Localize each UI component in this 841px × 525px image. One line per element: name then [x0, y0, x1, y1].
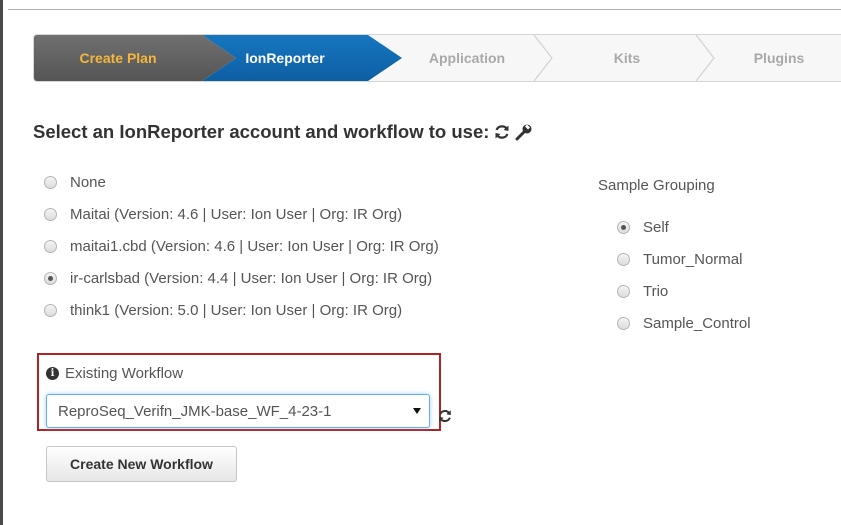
radio-button[interactable]: [617, 252, 630, 266]
account-option-maitai1-cbd[interactable]: maitai1.cbd (Version: 4.6 | User: Ion Us…: [44, 235, 439, 257]
workflow-refresh-icon[interactable]: [437, 408, 453, 429]
radio-button[interactable]: [44, 239, 57, 253]
step-label: Application: [428, 50, 506, 66]
step-kits[interactable]: Kits: [552, 35, 702, 81]
wrench-icon[interactable]: [515, 123, 533, 141]
step-label: IonReporter: [245, 50, 325, 66]
grouping-label: Self: [643, 218, 669, 236]
radio-button[interactable]: [617, 284, 630, 298]
refresh-icon[interactable]: [493, 123, 511, 141]
sample-grouping-title: Sample Grouping: [598, 177, 715, 194]
step-plugins[interactable]: Plugins: [714, 35, 841, 81]
account-label: maitai1.cbd (Version: 4.6 | User: Ion Us…: [70, 237, 439, 255]
existing-workflow-label: i Existing Workflow: [46, 365, 183, 382]
step-separator-icon: [694, 35, 716, 81]
window-top-border: [8, 0, 841, 10]
account-label: Maitai (Version: 4.6 | User: Ion User | …: [70, 205, 403, 223]
account-label: think1 (Version: 5.0 | User: Ion User | …: [70, 301, 403, 319]
step-label: Plugins: [753, 50, 805, 66]
account-option-maitai[interactable]: Maitai (Version: 4.6 | User: Ion User | …: [44, 203, 402, 225]
grouping-label: Sample_Control: [643, 314, 751, 332]
account-label: ir-carlsbad (Version: 4.4 | User: Ion Us…: [70, 269, 433, 287]
workflow-select[interactable]: ReproSeq_Verifn_JMK-base_WF_4-23-1: [46, 394, 430, 428]
radio-button-checked[interactable]: [617, 220, 630, 234]
step-create-plan[interactable]: Create Plan: [34, 35, 202, 81]
radio-button[interactable]: [617, 316, 630, 330]
step-label: Create Plan: [79, 50, 157, 66]
caret-down-icon: [413, 408, 421, 414]
window-edge: [0, 0, 3, 525]
grouping-label: Trio: [643, 282, 669, 300]
radio-button[interactable]: [44, 303, 57, 317]
section-title: Select an IonReporter account and workfl…: [33, 121, 533, 143]
grouping-option-self[interactable]: Self: [617, 216, 669, 238]
create-new-workflow-button[interactable]: Create New Workflow: [46, 446, 237, 482]
radio-button-checked[interactable]: [44, 271, 57, 285]
radio-button[interactable]: [44, 207, 57, 221]
account-option-think1[interactable]: think1 (Version: 5.0 | User: Ion User | …: [44, 299, 402, 321]
grouping-option-trio[interactable]: Trio: [617, 280, 668, 302]
workflow-select-value: ReproSeq_Verifn_JMK-base_WF_4-23-1: [58, 402, 332, 420]
grouping-label: Tumor_Normal: [643, 250, 743, 268]
account-option-none[interactable]: None: [44, 171, 106, 193]
existing-workflow-text: Existing Workflow: [65, 365, 184, 382]
wizard-nav: Create Plan IonReporter Application Kits…: [33, 34, 841, 82]
info-icon: i: [46, 367, 59, 380]
step-label: Kits: [613, 50, 641, 66]
grouping-option-tumor-normal[interactable]: Tumor_Normal: [617, 248, 742, 270]
section-title-text: Select an IonReporter account and workfl…: [33, 121, 490, 142]
account-option-ir-carlsbad[interactable]: ir-carlsbad (Version: 4.4 | User: Ion Us…: [44, 267, 432, 289]
step-separator-icon: [532, 35, 554, 81]
account-label: None: [70, 173, 106, 191]
step-application[interactable]: Application: [392, 35, 542, 81]
grouping-option-sample-control[interactable]: Sample_Control: [617, 312, 751, 334]
radio-button[interactable]: [44, 175, 57, 189]
